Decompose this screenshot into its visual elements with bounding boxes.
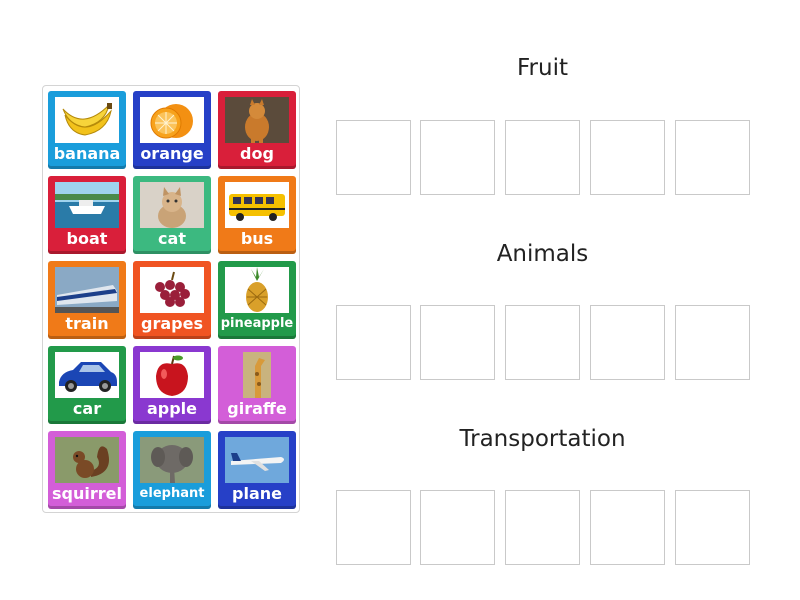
drop-slot-transportation-1[interactable] (336, 490, 411, 565)
tile-banana[interactable]: banana (48, 91, 126, 169)
tile-squirrel[interactable]: squirrel (48, 431, 126, 509)
plane-icon (225, 437, 289, 483)
tile-label: elephant (139, 486, 205, 501)
tile-orange[interactable]: orange (133, 91, 211, 169)
tile-label: plane (232, 484, 282, 503)
tile-label: pineapple (220, 316, 294, 331)
tile-label: cat (158, 229, 186, 248)
boat-icon (55, 182, 119, 228)
drop-slot-fruit-2[interactable] (420, 120, 495, 195)
tile-pineapple[interactable]: pineapple (218, 261, 296, 339)
drop-slot-animals-2[interactable] (420, 305, 495, 380)
tile-train[interactable]: train (48, 261, 126, 339)
train-icon (55, 267, 119, 313)
tile-label: dog (240, 144, 274, 163)
banana-icon (55, 97, 119, 143)
drop-slot-transportation-4[interactable] (590, 490, 665, 565)
tile-label: orange (140, 144, 204, 163)
category-title-transportation: Transportation (459, 426, 626, 452)
tile-label: apple (146, 399, 198, 418)
tile-giraffe[interactable]: giraffe (218, 346, 296, 424)
tile-label: train (65, 314, 109, 333)
tile-label: bus (240, 229, 274, 248)
cat-icon (140, 182, 204, 228)
tile-cat[interactable]: cat (133, 176, 211, 254)
tile-label: banana (53, 144, 121, 163)
apple-icon (140, 352, 204, 398)
tile-elephant[interactable]: elephant (133, 431, 211, 509)
tile-label: grapes (141, 314, 203, 333)
drop-slot-animals-3[interactable] (505, 305, 580, 380)
tile-label: car (72, 399, 102, 418)
car-icon (55, 352, 119, 398)
orange-icon (140, 97, 204, 143)
grapes-icon (140, 267, 204, 313)
tile-label: giraffe (227, 399, 287, 418)
tile-plane[interactable]: plane (218, 431, 296, 509)
drop-slot-animals-5[interactable] (675, 305, 750, 380)
tile-label: squirrel (52, 484, 122, 503)
tile-grapes[interactable]: grapes (133, 261, 211, 339)
pineapple-icon (225, 267, 289, 313)
tile-label: boat (66, 229, 108, 248)
drop-slot-fruit-5[interactable] (675, 120, 750, 195)
tile-boat[interactable]: boat (48, 176, 126, 254)
tile-dog[interactable]: dog (218, 91, 296, 169)
elephant-icon (140, 437, 204, 483)
squirrel-icon (55, 437, 119, 483)
drop-slot-fruit-3[interactable] (505, 120, 580, 195)
category-title-fruit: Fruit (517, 55, 568, 81)
giraffe-icon (225, 352, 289, 398)
drop-slot-fruit-4[interactable] (590, 120, 665, 195)
drop-slot-transportation-2[interactable] (420, 490, 495, 565)
drop-slot-fruit-1[interactable] (336, 120, 411, 195)
bus-icon (225, 182, 289, 228)
drop-slot-transportation-5[interactable] (675, 490, 750, 565)
drop-slot-transportation-3[interactable] (505, 490, 580, 565)
category-title-animals: Animals (496, 241, 589, 267)
tile-car[interactable]: car (48, 346, 126, 424)
card-tray: banana orange dog boat cat bus train gra… (42, 85, 300, 513)
tile-bus[interactable]: bus (218, 176, 296, 254)
drop-slot-animals-1[interactable] (336, 305, 411, 380)
drop-slot-animals-4[interactable] (590, 305, 665, 380)
tile-apple[interactable]: apple (133, 346, 211, 424)
dog-icon (225, 97, 289, 143)
